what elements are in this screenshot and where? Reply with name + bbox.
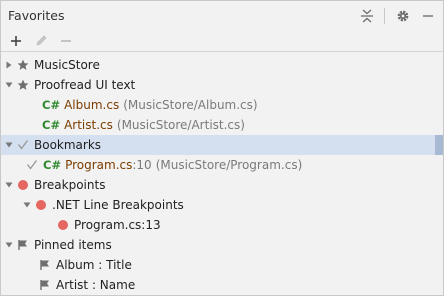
file-path: (MusicStore/Album.cs) <box>123 98 258 112</box>
tree-item-label: .NET Line Breakpoints <box>52 198 184 212</box>
collapse-arrow-icon[interactable] <box>3 175 15 195</box>
collapse-arrow-icon[interactable] <box>3 135 15 155</box>
tree-item-pinned-artist[interactable]: Artist : Name <box>1 275 443 295</box>
tree-item-label: Bookmarks <box>34 138 102 152</box>
file-name: Artist.cs <box>64 118 113 132</box>
star-icon <box>15 75 31 95</box>
tree-item-pinned-items[interactable]: Pinned items <box>1 235 443 255</box>
gear-icon[interactable] <box>392 5 414 27</box>
expand-arrow-icon[interactable] <box>3 55 15 75</box>
edit-icon[interactable] <box>30 31 52 51</box>
tree-item-label: Artist : Name <box>56 278 136 292</box>
csharp-file-icon: C# <box>42 118 61 132</box>
tree-item-album-cs[interactable]: C# Album.cs (MusicStore/Album.cs) <box>1 95 443 115</box>
tree-item-label: Breakpoints <box>34 178 106 192</box>
file-name: Program.cs <box>65 158 133 172</box>
header-separator <box>384 7 385 24</box>
csharp-file-icon: C# <box>43 158 62 172</box>
line-number: :10 <box>132 158 152 172</box>
favorites-tree: MusicStore Proofread UI text C# Album.cs… <box>1 55 443 295</box>
file-name: Album.cs <box>64 98 120 112</box>
tree-item-label: Album : Title <box>56 258 132 272</box>
tree-item-bookmark-program-cs[interactable]: C# Program.cs :10 (MusicStore/Program.cs… <box>1 155 443 175</box>
csharp-file-icon: C# <box>42 98 61 112</box>
collapse-arrow-icon[interactable] <box>3 75 15 95</box>
tree-item-breakpoint-program-cs[interactable]: Program.cs:13 <box>1 215 443 235</box>
tree-item-breakpoints[interactable]: Breakpoints <box>1 175 443 195</box>
flag-icon <box>15 235 31 255</box>
tree-item-label: Pinned items <box>34 238 112 252</box>
tree-item-artist-cs[interactable]: C# Artist.cs (MusicStore/Artist.cs) <box>1 115 443 135</box>
star-icon <box>15 55 31 75</box>
collapse-arrow-icon[interactable] <box>3 235 15 255</box>
breakpoint-icon <box>55 215 71 235</box>
breakpoint-icon <box>15 175 31 195</box>
tree-item-dotnet-line-breakpoints[interactable]: .NET Line Breakpoints <box>1 195 443 215</box>
flag-icon <box>37 275 53 295</box>
tree-item-proofread-ui-text[interactable]: Proofread UI text <box>1 75 443 95</box>
tree-item-label: MusicStore <box>34 58 100 72</box>
header-actions <box>353 1 443 30</box>
remove-icon[interactable] <box>55 31 77 51</box>
file-path: (MusicStore/Artist.cs) <box>116 118 245 132</box>
panel-header: Favorites <box>1 1 443 30</box>
collapse-arrow-icon[interactable] <box>21 195 33 215</box>
file-path: (MusicStore/Program.cs) <box>155 158 303 172</box>
checkmark-icon <box>15 135 31 155</box>
tree-item-musicstore[interactable]: MusicStore <box>1 55 443 75</box>
add-icon[interactable] <box>5 31 27 51</box>
minimize-icon[interactable] <box>417 5 439 27</box>
tree-item-label: Proofread UI text <box>34 78 136 92</box>
tree-item-label: Program.cs:13 <box>74 218 161 232</box>
tree-item-bookmarks[interactable]: Bookmarks <box>1 135 443 155</box>
panel-title: Favorites <box>8 8 65 23</box>
collapse-all-icon[interactable] <box>356 5 378 27</box>
tree-item-pinned-album[interactable]: Album : Title <box>1 255 443 275</box>
checkmark-icon <box>24 155 40 175</box>
favorites-panel: Favorites MusicStore Proofread UI text C… <box>0 0 444 296</box>
breakpoint-icon <box>33 195 49 215</box>
flag-icon <box>37 255 53 275</box>
panel-toolbar <box>1 30 443 52</box>
